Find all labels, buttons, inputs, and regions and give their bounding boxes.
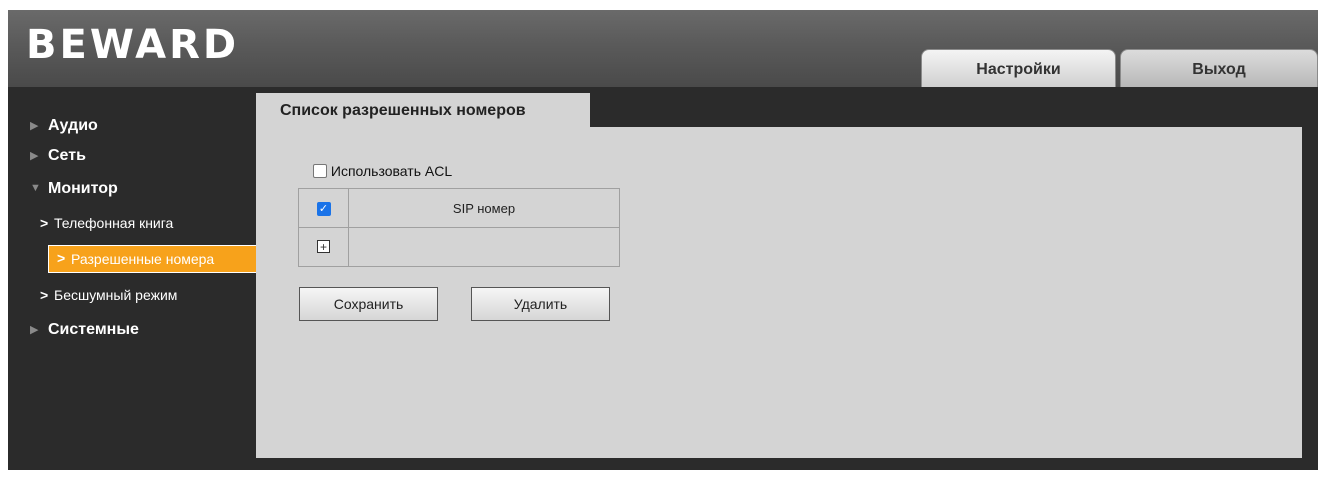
select-all-checkbox[interactable]: ✓ [316,202,331,216]
sidebar-group-label: Монитор [48,180,118,197]
sidebar-item-label: Телефонная книга [54,215,174,231]
tab-settings[interactable]: Настройки [921,49,1116,87]
beward-logo: BEWARD [26,22,240,68]
sip-number-table: ✓ SIP номер + [298,188,620,267]
sidebar-group-system[interactable]: ▶ Системные [30,321,139,339]
content-tab-allowed-list[interactable]: Список разрешенных номеров [256,93,590,128]
sidebar-group-network[interactable]: ▶ Сеть [30,147,86,165]
table-add-row: + [298,227,620,267]
delete-button[interactable]: Удалить [471,287,610,321]
table-header-row: ✓ SIP номер [298,188,620,228]
sidebar-group-label: Системные [48,321,139,338]
add-cell: + [298,227,349,267]
sidebar-item-label: Разрешенные номера [71,251,215,267]
header-bar: BEWARD Настройки Выход [8,10,1318,87]
save-button[interactable]: Сохранить [299,287,438,321]
plus-icon[interactable]: + [317,240,330,253]
sidebar-group-label: Аудио [48,117,98,134]
use-acl-option[interactable]: Использовать ACL [313,163,452,179]
use-acl-checkbox[interactable] [313,164,327,178]
sidebar-group-label: Сеть [48,147,86,164]
triangle-down-icon: ▼ [30,182,41,194]
sidebar-item-phonebook[interactable]: > Телефонная книга [40,215,174,231]
sidebar-group-audio[interactable]: ▶ Аудио [30,117,98,135]
triangle-right-icon: ▶ [30,150,39,162]
empty-sip-cell [348,227,620,267]
chevron-right-icon: > [40,215,49,231]
chevron-right-icon: > [57,250,66,266]
tab-exit[interactable]: Выход [1120,49,1318,87]
sidebar: ▶ Аудио ▶ Сеть ▼ Монитор > Телефонная кн… [8,87,264,470]
use-acl-label: Использовать ACL [330,163,453,179]
sidebar-item-silent-mode[interactable]: > Бесшумный режим [40,287,178,303]
sidebar-group-monitor[interactable]: ▼ Монитор [30,180,118,198]
triangle-right-icon: ▶ [30,120,39,132]
sidebar-item-allowed-numbers[interactable]: > Разрешенные номера [48,245,263,273]
select-all-cell: ✓ [298,188,349,228]
column-header-sip: SIP номер [348,188,620,228]
triangle-right-icon: ▶ [30,324,39,336]
chevron-right-icon: > [40,287,49,303]
sidebar-item-label: Бесшумный режим [54,287,178,303]
